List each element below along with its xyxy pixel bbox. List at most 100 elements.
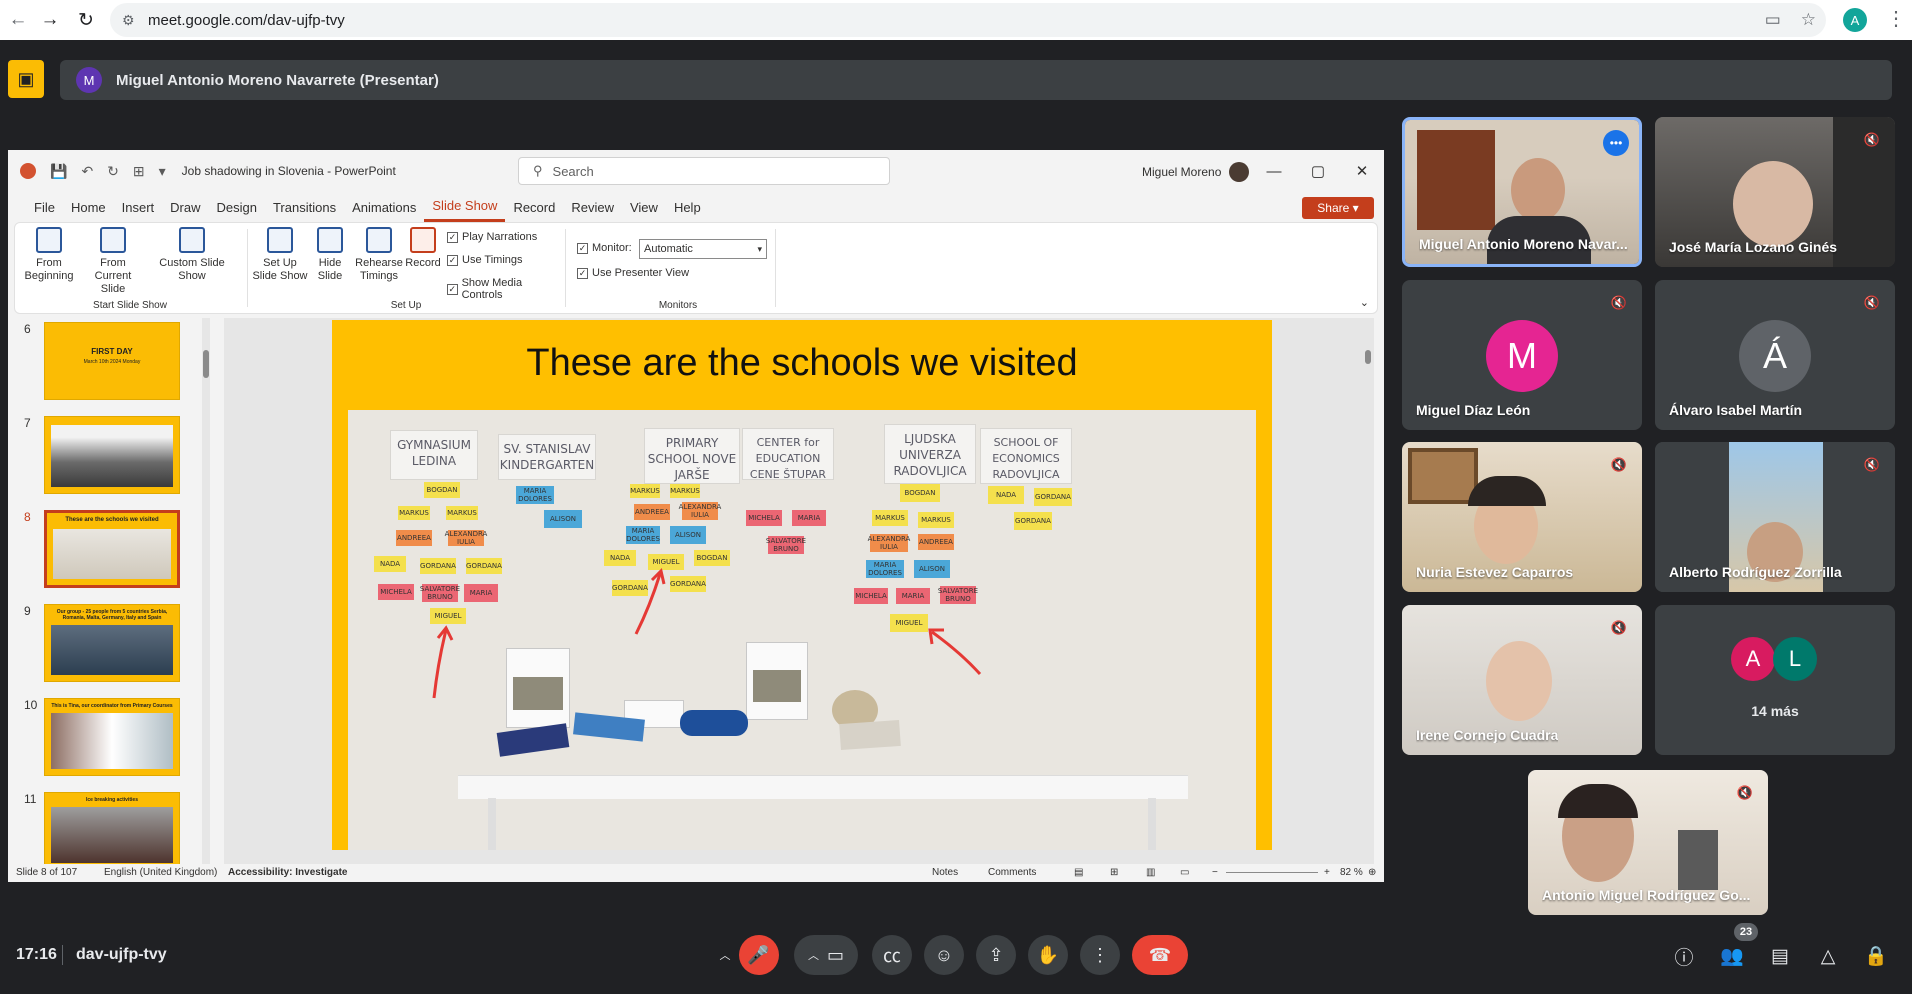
custom-show-button[interactable]: Custom Slide Show xyxy=(157,227,227,283)
slide-thumbnail-selected[interactable]: These are the schools we visited xyxy=(44,510,180,588)
from-current-button[interactable]: From Current Slide xyxy=(81,227,145,296)
activities-icon[interactable]: △ xyxy=(1814,942,1842,970)
comments-toggle[interactable]: Comments xyxy=(988,867,1036,878)
participant-tile[interactable]: 🔇 José María Lozano Ginés xyxy=(1655,117,1895,267)
browser-menu-icon[interactable]: ⋮ xyxy=(1886,6,1906,31)
notes-toggle[interactable]: Notes xyxy=(932,867,958,878)
language-indicator[interactable]: English (United Kingdom) xyxy=(104,867,217,878)
customize-qa-icon[interactable]: ▾ xyxy=(159,163,166,180)
slide-sorter-icon[interactable]: ⊞ xyxy=(1110,867,1118,878)
maximize-icon[interactable]: ▢ xyxy=(1296,150,1340,192)
fit-slide-icon[interactable]: ⊕ xyxy=(1368,867,1376,878)
thumbnail-scrollbar[interactable] xyxy=(202,318,210,864)
participant-tile[interactable]: 🔇 Nuria Estevez Caparros xyxy=(1402,442,1642,592)
stop-presenting-icon[interactable]: ▣ xyxy=(8,60,44,98)
from-beginning-button[interactable]: From Beginning xyxy=(21,227,77,283)
reload-icon[interactable]: ↻ xyxy=(68,2,104,38)
more-options-button[interactable]: ⋮ xyxy=(1080,935,1120,975)
slide-thumbnail[interactable] xyxy=(44,416,180,494)
slide-thumbnail[interactable]: Our group - 25 people from 5 countries S… xyxy=(44,604,180,682)
play-narrations-checkbox[interactable]: ✓ Play Narrations xyxy=(447,231,537,243)
raise-hand-button[interactable]: ✋ xyxy=(1028,935,1068,975)
share-button[interactable]: Share ▾ xyxy=(1302,197,1374,219)
more-participants-tile[interactable]: A L 14 más xyxy=(1655,605,1895,755)
tab-help[interactable]: Help xyxy=(666,192,709,222)
scrollbar-thumb[interactable] xyxy=(203,350,209,378)
collapse-ribbon-icon[interactable]: ⌄ xyxy=(1360,296,1369,309)
postit-note: GORDANA xyxy=(670,576,706,592)
tab-animations[interactable]: Animations xyxy=(344,192,424,222)
camera-icon[interactable]: ▭ xyxy=(1765,10,1781,30)
ppt-user[interactable]: Miguel Moreno xyxy=(1142,162,1250,182)
tab-home[interactable]: Home xyxy=(63,192,114,222)
tab-draw[interactable]: Draw xyxy=(162,192,208,222)
tab-record[interactable]: Record xyxy=(505,192,563,222)
more-options-icon[interactable]: ••• xyxy=(1603,130,1629,156)
slide-thumbnail[interactable]: FIRST DAY March 10th 2024 Monday xyxy=(44,322,180,400)
forward-icon[interactable]: → xyxy=(32,2,68,38)
chevron-up-icon[interactable]: ︿ xyxy=(808,947,819,963)
ribbon-divider xyxy=(565,229,566,307)
chat-icon[interactable]: ▤ xyxy=(1766,942,1794,970)
use-timings-checkbox[interactable]: ✓ Use Timings xyxy=(447,254,523,266)
zoom-slider[interactable] xyxy=(1226,872,1318,873)
close-icon[interactable]: ✕ xyxy=(1340,150,1384,192)
profile-avatar[interactable]: A xyxy=(1843,8,1867,32)
leave-call-button[interactable]: ☎ xyxy=(1132,935,1188,975)
tab-transitions[interactable]: Transitions xyxy=(265,192,344,222)
participant-tile[interactable]: 🔇 Irene Cornejo Cuadra xyxy=(1402,605,1642,755)
present-icon[interactable]: ⊞ xyxy=(133,163,145,180)
hide-slide-button[interactable]: Hide Slide xyxy=(309,227,351,283)
record-button[interactable]: Record xyxy=(403,227,443,270)
setup-show-button[interactable]: Set Up Slide Show xyxy=(251,227,309,283)
accessibility-indicator[interactable]: Accessibility: Investigate xyxy=(228,867,348,878)
slide-thumbnail[interactable]: Ice breaking activities xyxy=(44,792,180,870)
rehearse-button[interactable]: Rehearse Timings xyxy=(353,227,405,283)
participant-tile[interactable]: ••• Miguel Antonio Moreno Navar... xyxy=(1402,117,1642,267)
zoom-level[interactable]: 82 % xyxy=(1340,867,1363,878)
reactions-button[interactable]: ☺ xyxy=(924,935,964,975)
save-icon[interactable]: 💾 xyxy=(50,163,67,180)
tab-insert[interactable]: Insert xyxy=(114,192,163,222)
tab-design[interactable]: Design xyxy=(209,192,265,222)
people-icon[interactable]: 👥 xyxy=(1718,942,1746,970)
site-settings-icon[interactable]: ⚙ xyxy=(122,12,148,29)
slideshow-view-icon[interactable]: ▭ xyxy=(1180,867,1189,878)
participant-tile[interactable]: 🔇 Alberto Rodríguez Zorrilla xyxy=(1655,442,1895,592)
postit-note: MARIA DOLORES xyxy=(626,526,660,544)
tab-file[interactable]: File xyxy=(26,192,63,222)
normal-view-icon[interactable]: ▤ xyxy=(1074,867,1083,878)
postit-note: ALISON xyxy=(544,510,582,528)
info-icon[interactable]: ⓘ xyxy=(1670,942,1698,970)
zoom-in-icon[interactable]: + xyxy=(1324,867,1330,878)
captions-button[interactable]: ㏄ xyxy=(872,935,912,975)
mic-off-icon: 🔇 xyxy=(1610,620,1628,635)
undo-icon[interactable]: ↶ xyxy=(81,163,93,180)
chevron-up-icon[interactable]: ︿ xyxy=(720,947,731,963)
host-controls-icon[interactable]: 🔒 xyxy=(1862,942,1890,970)
show-media-checkbox[interactable]: ✓ Show Media Controls xyxy=(447,277,561,301)
redo-icon[interactable]: ↻ xyxy=(107,163,119,180)
self-view-tile[interactable]: 🔇 Antonio Miguel Rodríguez Go... xyxy=(1528,770,1768,915)
participant-tile[interactable]: M 🔇 Miguel Díaz León xyxy=(1402,280,1642,430)
back-icon[interactable]: ← xyxy=(0,2,36,38)
scrollbar-thumb[interactable] xyxy=(1365,350,1371,364)
zoom-out-icon[interactable]: − xyxy=(1212,867,1218,878)
current-slide[interactable]: These are the schools we visited GYMNASI… xyxy=(332,320,1272,850)
address-bar[interactable]: ⚙ meet.google.com/dav-ujfp-tvy ▭ ☆ xyxy=(110,3,1826,37)
present-button[interactable]: ⇪ xyxy=(976,935,1016,975)
camera-control[interactable]: ︿ ▭ xyxy=(794,935,858,975)
minimize-icon[interactable]: — xyxy=(1252,150,1296,192)
participant-tile[interactable]: Á 🔇 Álvaro Isabel Martín xyxy=(1655,280,1895,430)
mic-off-button[interactable]: 🎤 xyxy=(738,935,779,975)
thumb-number: 6 xyxy=(24,322,31,336)
editor-scrollbar[interactable] xyxy=(1364,318,1372,864)
postit-note: GORDANA xyxy=(420,558,456,574)
tab-slide-show[interactable]: Slide Show xyxy=(424,192,506,222)
ppt-search-box[interactable]: ⚲ Search xyxy=(518,157,890,185)
slide-thumbnail[interactable]: This is Tina, our coordinator from Prima… xyxy=(44,698,180,776)
bookmark-star-icon[interactable]: ☆ xyxy=(1801,10,1816,30)
tab-review[interactable]: Review xyxy=(563,192,622,222)
tab-view[interactable]: View xyxy=(622,192,666,222)
reading-view-icon[interactable]: ▥ xyxy=(1146,867,1155,878)
